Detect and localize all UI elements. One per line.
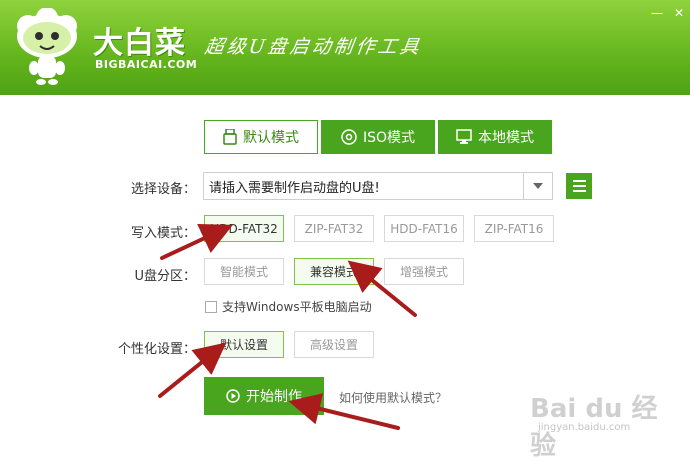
u-disk-icon: [223, 129, 237, 145]
write-mode-zip-fat16[interactable]: ZIP-FAT16: [474, 215, 554, 242]
disc-icon: [341, 129, 357, 145]
tablet-boot-checkbox[interactable]: [205, 300, 217, 313]
partition-compatible-mode[interactable]: 兼容模式: [294, 258, 374, 285]
close-icon[interactable]: ✕: [672, 6, 686, 20]
monitor-icon: [456, 129, 472, 144]
start-button[interactable]: 开始制作: [204, 377, 324, 415]
tablet-boot-checkbox-label: 支持Windows平板电脑启动: [222, 300, 372, 314]
tab-default-mode[interactable]: 默认模式: [204, 120, 318, 154]
tab-local-mode[interactable]: 本地模式: [438, 120, 552, 154]
write-mode-hdd-fat32[interactable]: HDD-FAT32: [204, 215, 284, 242]
tab-iso-mode[interactable]: ISO模式: [321, 120, 435, 154]
chevron-down-icon[interactable]: [523, 173, 552, 199]
app-header: 大白菜 BIGBAICAI.COM 超级U盘启动制作工具 — ✕: [0, 0, 690, 95]
minimize-icon[interactable]: —: [650, 6, 664, 20]
write-mode-zip-fat32[interactable]: ZIP-FAT32: [294, 215, 374, 242]
partition-enhanced-mode[interactable]: 增强模式: [384, 258, 464, 285]
help-link[interactable]: 如何使用默认模式？: [339, 389, 447, 406]
start-button-label: 开始制作: [246, 389, 302, 405]
personalize-advanced[interactable]: 高级设置: [294, 331, 374, 358]
brand-title: 大白菜: [93, 26, 186, 61]
write-mode-hdd-fat16[interactable]: HDD-FAT16: [384, 215, 464, 242]
partition-smart-mode[interactable]: 智能模式: [204, 258, 284, 285]
tablet-boot-checkbox-row[interactable]: 支持Windows平板电脑启动: [205, 298, 372, 315]
personalize-label: 个性化设置：: [117, 342, 196, 357]
device-label: 选择设备：: [130, 182, 196, 197]
tab-label: 默认模式: [243, 130, 299, 146]
play-circle-icon: [226, 389, 240, 403]
baidu-watermark: Bai du 经验 jingyan.baidu.com: [530, 388, 680, 461]
tab-label: 本地模式: [478, 130, 534, 146]
write-mode-label: 写入模式：: [130, 226, 196, 241]
personalize-default[interactable]: 默认设置: [204, 331, 284, 358]
partition-label: U盘分区：: [134, 269, 196, 284]
brand-url: BIGBAICAI.COM: [95, 58, 198, 71]
menu-icon[interactable]: [566, 173, 592, 199]
device-select-value: 请插入需要制作启动盘的U盘!: [209, 180, 380, 196]
cabbage-mascot-logo: [17, 8, 77, 85]
slogan: 超级U盘启动制作工具: [203, 36, 424, 58]
watermark-url: jingyan.baidu.com: [538, 422, 631, 433]
device-select[interactable]: 请插入需要制作启动盘的U盘!: [203, 172, 553, 200]
tab-label: ISO模式: [362, 130, 416, 146]
